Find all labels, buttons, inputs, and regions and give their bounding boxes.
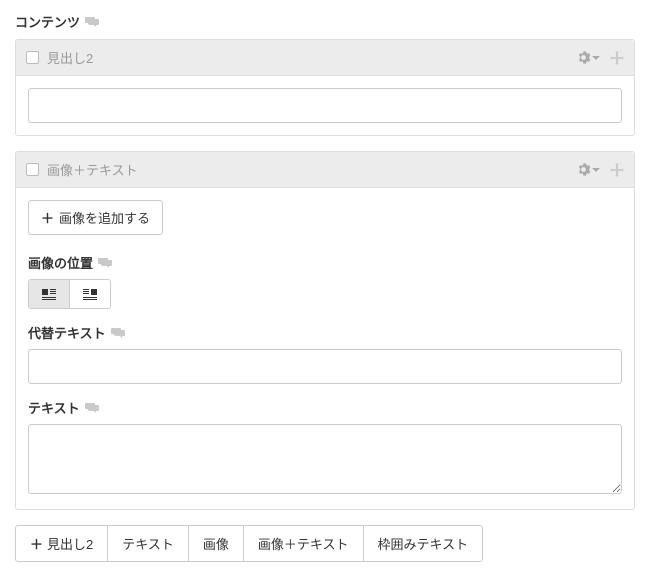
comment-icon [98, 257, 112, 269]
block-header: 画像＋テキスト [16, 152, 634, 188]
add-boxed-text-button[interactable]: 枠囲みテキスト [363, 525, 484, 562]
image-position-label: 画像の位置 [28, 253, 93, 272]
button-label: 見出し2 [47, 534, 93, 553]
add-image-button[interactable]: ＋ 画像を追加する [28, 200, 163, 235]
align-right-button[interactable] [70, 280, 110, 308]
add-image-block-button[interactable]: 画像 [188, 525, 244, 562]
alt-text-label: 代替テキスト [28, 323, 106, 342]
block-checkbox[interactable] [26, 163, 39, 176]
block-header: 見出し2 [16, 40, 634, 76]
plus-icon: ＋ [30, 534, 43, 553]
comment-icon [85, 402, 99, 414]
block-title: 見出し2 [47, 48, 569, 67]
gear-icon[interactable] [577, 51, 600, 64]
button-label: 画像＋テキスト [258, 534, 349, 553]
text-label: テキスト [28, 398, 80, 417]
content-block-heading2: 見出し2 [15, 39, 635, 136]
alt-text-field: 代替テキスト [28, 323, 622, 384]
block-checkbox[interactable] [26, 51, 39, 64]
add-text-button[interactable]: テキスト [107, 525, 189, 562]
plus-icon: ＋ [41, 208, 54, 227]
section-title-label: コンテンツ [15, 12, 80, 31]
block-body [16, 76, 634, 135]
block-body: ＋ 画像を追加する 画像の位置 代替テキスト [16, 188, 634, 509]
button-label: 画像 [203, 534, 229, 553]
field-label: 画像の位置 [28, 253, 622, 272]
heading2-input[interactable] [28, 88, 622, 123]
block-title: 画像＋テキスト [47, 160, 569, 179]
comment-icon [85, 16, 99, 28]
field-label: テキスト [28, 398, 622, 417]
add-image-text-button[interactable]: 画像＋テキスト [243, 525, 364, 562]
align-left-button[interactable] [29, 280, 70, 308]
text-field: テキスト [28, 398, 622, 497]
text-textarea[interactable] [28, 424, 622, 494]
image-position-group [28, 279, 111, 309]
move-handle-icon[interactable] [610, 163, 624, 177]
alt-text-input[interactable] [28, 349, 622, 384]
gear-icon[interactable] [577, 163, 600, 176]
field-label: 代替テキスト [28, 323, 622, 342]
button-label: 枠囲みテキスト [378, 534, 469, 553]
add-block-buttons: ＋ 見出し2 テキスト 画像 画像＋テキスト 枠囲みテキスト [15, 525, 635, 562]
add-image-label: 画像を追加する [59, 208, 150, 227]
add-heading2-button[interactable]: ＋ 見出し2 [15, 525, 108, 562]
comment-icon [111, 327, 125, 339]
content-block-image-text: 画像＋テキスト ＋ 画像を追加する 画像の位置 [15, 151, 635, 510]
button-label: テキスト [122, 534, 174, 553]
move-handle-icon[interactable] [610, 51, 624, 65]
image-position-field: 画像の位置 [28, 253, 622, 309]
section-title: コンテンツ [15, 12, 635, 31]
